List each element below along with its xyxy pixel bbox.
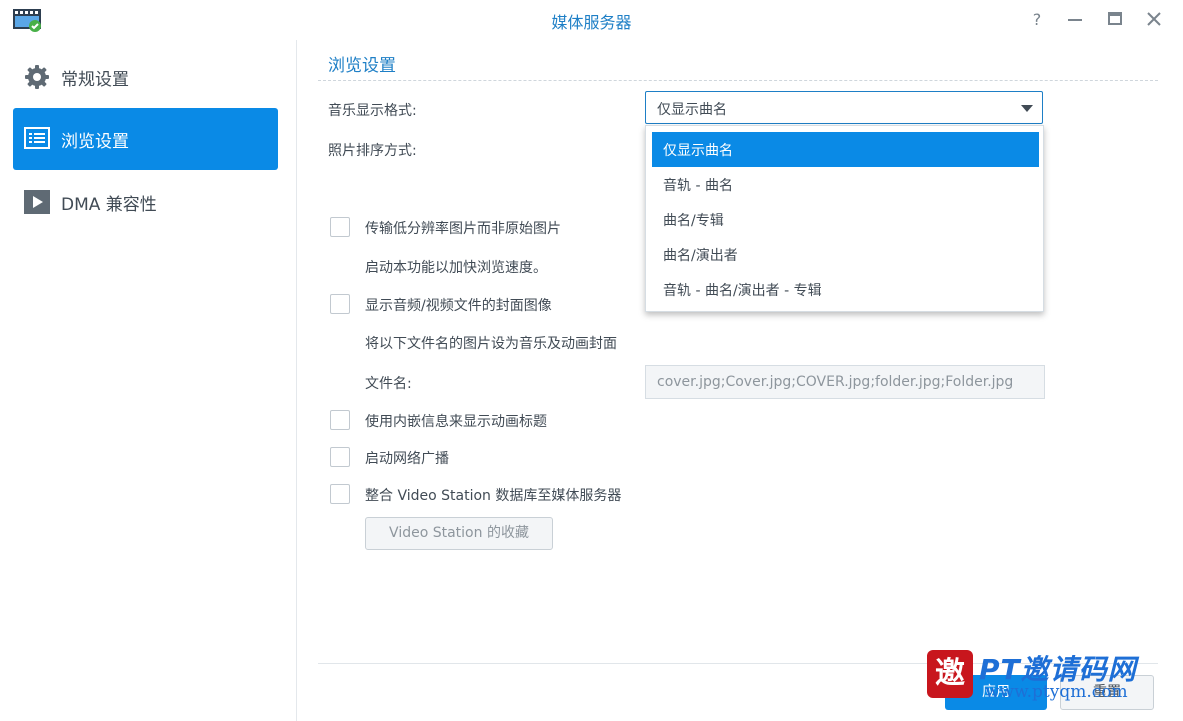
sidebar-item-label: DMA 兼容性	[61, 194, 157, 215]
dropdown-option[interactable]: 音轨 - 曲名	[652, 167, 1039, 202]
dropdown-option[interactable]: 仅显示曲名	[652, 132, 1039, 167]
embedded-title-checkbox[interactable]	[330, 410, 350, 430]
sidebar-item-browse-settings[interactable]: 浏览设置	[13, 108, 278, 170]
gear-icon	[23, 63, 51, 91]
section-title: 浏览设置	[328, 56, 396, 76]
low-res-checkbox[interactable]	[330, 217, 350, 237]
minimize-icon[interactable]	[1064, 8, 1086, 30]
reset-button[interactable]: 重置	[1060, 675, 1154, 710]
sidebar: 常规设置 浏览设置 DMA 兼容性	[0, 40, 297, 721]
network-broadcast-checkbox[interactable]	[330, 447, 350, 467]
dropdown-option[interactable]: 曲名/专辑	[652, 202, 1039, 237]
photo-sort-label: 照片排序方式:	[328, 143, 417, 159]
video-station-checkbox[interactable]	[330, 484, 350, 504]
help-icon[interactable]: ?	[1026, 8, 1048, 30]
music-format-dropdown: 仅显示曲名 音轨 - 曲名 曲名/专辑 曲名/演出者 音轨 - 曲名/演出者 -…	[645, 125, 1044, 312]
filename-label: 文件名:	[365, 376, 412, 392]
content-panel: 浏览设置 音乐显示格式: 仅显示曲名 照片排序方式: 传输低分辨率图片而非原始图…	[297, 40, 1183, 721]
music-format-select[interactable]: 仅显示曲名	[645, 91, 1043, 124]
low-res-label: 传输低分辨率图片而非原始图片	[365, 221, 561, 237]
dropdown-option[interactable]: 音轨 - 曲名/演出者 - 专辑	[652, 272, 1039, 307]
section-divider	[318, 80, 1158, 81]
cover-hint: 将以下文件名的图片设为音乐及动画封面	[365, 336, 617, 352]
list-icon	[23, 125, 51, 153]
low-res-hint: 启动本功能以加快浏览速度。	[365, 260, 547, 276]
cover-image-label: 显示音频/视频文件的封面图像	[365, 298, 552, 314]
cover-image-checkbox[interactable]	[330, 294, 350, 314]
filename-field[interactable]	[645, 365, 1045, 399]
window-title: 媒体服务器	[551, 13, 632, 32]
network-broadcast-label: 启动网络广播	[365, 451, 449, 467]
music-format-label: 音乐显示格式:	[328, 103, 417, 119]
maximize-icon[interactable]	[1104, 8, 1126, 30]
sidebar-item-label: 常规设置	[61, 69, 129, 90]
sidebar-item-dma-compatibility[interactable]: DMA 兼容性	[13, 171, 278, 233]
music-format-value: 仅显示曲名	[657, 102, 727, 118]
chevron-down-icon	[1021, 105, 1033, 112]
apply-button[interactable]: 应用	[945, 675, 1047, 710]
video-station-label: 整合 Video Station 数据库至媒体服务器	[365, 488, 622, 504]
dropdown-option[interactable]: 曲名/演出者	[652, 237, 1039, 272]
footer-divider	[318, 663, 1158, 664]
title-bar: 媒体服务器 ?	[0, 0, 1183, 40]
sidebar-item-label: 浏览设置	[61, 131, 129, 152]
play-icon	[23, 188, 51, 216]
sidebar-item-general-settings[interactable]: 常规设置	[13, 46, 278, 108]
close-icon[interactable]	[1143, 8, 1165, 30]
video-station-favorites-button[interactable]: Video Station 的收藏	[365, 517, 553, 550]
embedded-title-label: 使用内嵌信息来显示动画标题	[365, 414, 547, 430]
svg-text:?: ?	[1033, 10, 1042, 29]
